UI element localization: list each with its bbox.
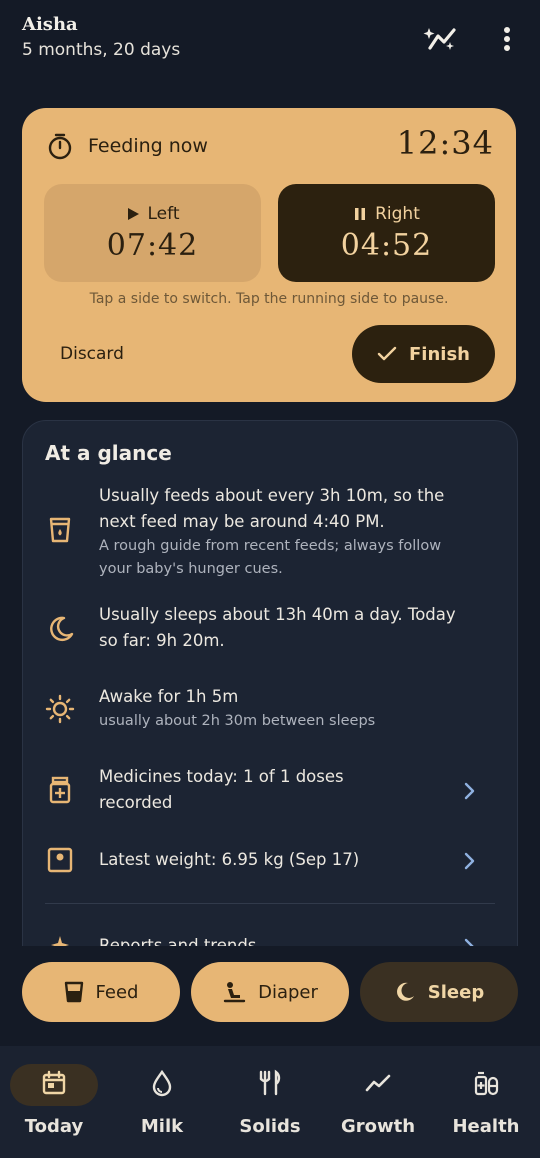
glance-weight-text: Latest weight: 6.95 kg (Sep 17) (99, 850, 360, 869)
nav-label-growth: Growth (340, 1116, 416, 1137)
more-vert-icon (504, 27, 510, 51)
quick-sleep-label: Sleep (427, 981, 485, 1003)
nav-label-solids: Solids (239, 1116, 301, 1137)
quick-feed-label: Feed (95, 981, 139, 1003)
feeding-timer-card: Feeding now 12:34 Left 07:42 Right 04:52… (22, 108, 516, 402)
check-icon (377, 346, 397, 361)
insights-button[interactable] (422, 22, 460, 56)
glance-divider (45, 903, 495, 904)
cup-icon (49, 517, 71, 543)
nav-label-health: Health (452, 1116, 520, 1137)
quick-diaper-button[interactable]: Diaper (191, 962, 349, 1022)
finish-button[interactable]: Finish (352, 325, 495, 383)
baby-changing-icon (223, 982, 246, 1003)
stopwatch-icon (48, 133, 72, 160)
moon-icon (50, 616, 74, 641)
right-side-label: Right (375, 203, 420, 224)
bottom-navigation: Today Milk Solids Growth Health (0, 1046, 540, 1158)
right-side-button[interactable]: Right 04:52 (278, 184, 495, 282)
nav-tab-health[interactable]: Health (432, 1046, 540, 1158)
glance-weight-row[interactable]: Latest weight: 6.95 kg (Sep 17) (23, 845, 517, 877)
nav-tab-today[interactable]: Today (0, 1046, 108, 1158)
pause-icon (355, 207, 366, 220)
glance-awake-subtext: usually about 2h 30m between sleeps (99, 713, 376, 729)
fork-knife-icon (259, 1069, 281, 1096)
glance-title: At a glance (45, 441, 172, 465)
chevron-right-icon (464, 852, 475, 870)
drop-icon (152, 1069, 172, 1097)
quick-actions-bar: Feed Diaper Sleep (0, 946, 540, 1046)
discard-button[interactable]: Discard (60, 344, 124, 364)
glance-feed-text: Usually feeds about every 3h 10m, so the… (99, 486, 445, 531)
feeding-hint: Tap a side to switch. Tap the running si… (89, 291, 449, 307)
baby-name: Aisha (22, 14, 78, 35)
nav-label-milk: Milk (140, 1116, 184, 1137)
left-side-button[interactable]: Left 07:42 (44, 184, 261, 282)
glance-awake-text: Awake for 1h 5m (99, 687, 239, 706)
nav-tab-solids[interactable]: Solids (216, 1046, 324, 1158)
glance-medicine-row[interactable]: Medicines today: 1 of 1 doses recorded (23, 764, 517, 820)
quick-diaper-label: Diaper (258, 981, 318, 1003)
finish-label: Finish (409, 343, 470, 365)
quick-feed-button[interactable]: Feed (22, 962, 180, 1022)
glance-sleep-text: Usually sleeps about 13h 40m a day. Toda… (99, 605, 456, 650)
total-feed-time: 12:34 (396, 124, 494, 162)
play-icon (127, 207, 139, 220)
scale-icon (47, 847, 73, 873)
feeding-title: Feeding now (46, 132, 208, 160)
glance-medicine-text: Medicines today: 1 of 1 doses recorded (99, 767, 344, 812)
left-side-time: 07:42 (106, 227, 199, 263)
quick-sleep-button[interactable]: Sleep (360, 962, 518, 1022)
nav-tab-growth[interactable]: Growth (324, 1046, 432, 1158)
more-options-button[interactable] (494, 22, 520, 56)
nav-label-today: Today (24, 1116, 84, 1137)
at-a-glance-card: At a glance Usually feeds about every 3h… (22, 420, 518, 982)
feeding-title-label: Feeding now (88, 135, 208, 157)
moon-icon (396, 982, 414, 1001)
sparkle-trend-icon (423, 28, 456, 50)
trend-icon (365, 1074, 391, 1092)
left-side-label: Left (147, 203, 180, 224)
cup-icon (64, 981, 83, 1003)
nav-tab-milk[interactable]: Milk (108, 1046, 216, 1158)
top-bar: Aisha 5 months, 20 days (0, 0, 540, 88)
glance-feed-subtext: A rough guide from recent feeds; always … (99, 538, 442, 577)
right-side-time: 04:52 (340, 227, 433, 263)
calendar-icon (42, 1070, 66, 1095)
medicine-bottle-icon (49, 776, 71, 804)
sun-icon (45, 694, 75, 724)
baby-age: 5 months, 20 days (22, 40, 181, 60)
chevron-right-icon (464, 782, 475, 800)
medication-icon (474, 1071, 499, 1096)
